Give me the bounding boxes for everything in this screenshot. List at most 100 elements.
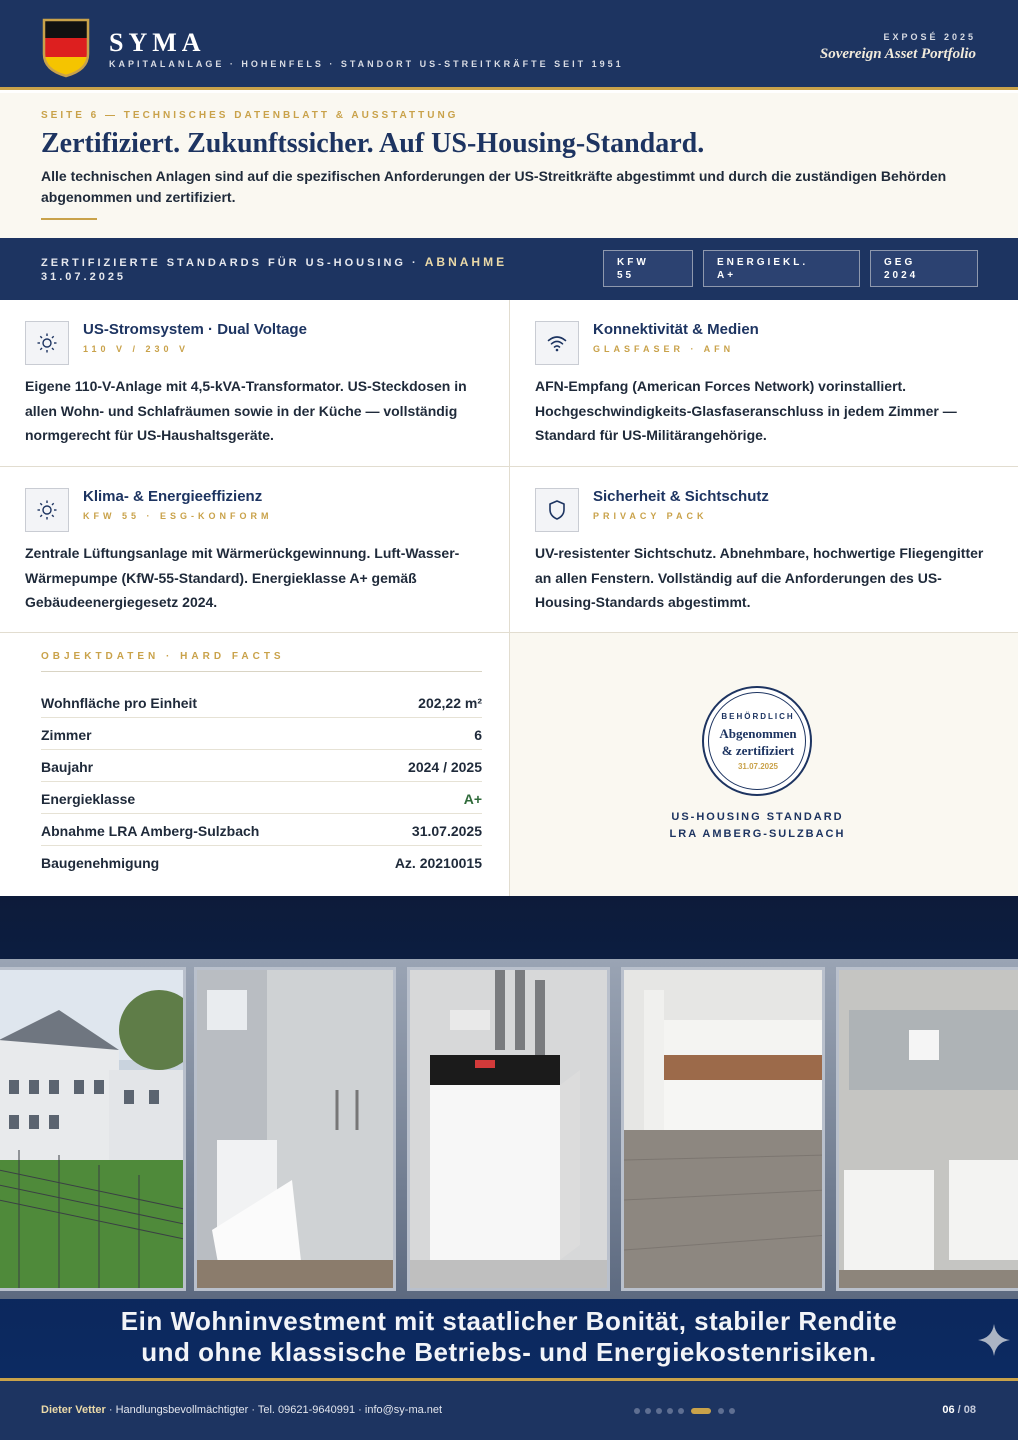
page-current: 06	[942, 1404, 955, 1416]
page-separator: /	[954, 1404, 964, 1416]
fact-label: Zimmer	[41, 727, 92, 743]
seal-caption-line-1: US-HOUSING STANDARD	[671, 811, 844, 823]
standards-band: ZERTIFIZIERTE STANDARDS FÜR US-HOUSING ·…	[0, 238, 1018, 300]
fact-row: Zimmer 6	[41, 718, 482, 750]
german-flag-shield-logo	[42, 18, 90, 78]
fact-row: Wohnfläche pro Einheit 202,22 m²	[41, 686, 482, 718]
wifi-icon	[535, 321, 579, 365]
seal-line-1: Abgenommen	[719, 726, 797, 741]
photo-strip	[0, 959, 1018, 1299]
intro-section: SEITE 6 — TECHNISCHES DATENBLATT & AUSST…	[0, 93, 1018, 238]
feature-title: Konnektivität & Medien	[593, 321, 759, 338]
standards-accent: ABNAHME	[424, 255, 508, 269]
standards-date: 31.07.2025	[41, 271, 127, 283]
contact-name: Dieter Vetter	[41, 1404, 106, 1416]
badge-kfw: KFW 55	[603, 250, 693, 287]
expose-label: EXPOSÉ 2025	[883, 32, 976, 42]
intro-lead: Alle technischen Anlagen sind auf die sp…	[41, 168, 947, 205]
page-dot[interactable]	[678, 1408, 684, 1414]
feature-subtitle: GLASFASER · AFN	[593, 344, 735, 354]
seal-line-2: & zertifiziert	[721, 743, 795, 758]
feature-body: Eigene 110-V-Anlage mit 4,5-kVA-Transfor…	[25, 378, 467, 443]
seal-caption-line-2: LRA AMBERG-SULZBACH	[669, 828, 846, 840]
facts-section: OBJEKTDATEN · HARD FACTS Wohnfläche pro …	[0, 633, 509, 896]
fact-value: A+	[463, 791, 482, 807]
seal-caption: US-HOUSING STANDARD LRA AMBERG-SULZBACH	[510, 809, 1005, 843]
page-title: Zertifiziert. Zukunftssicher. Auf US-Hou…	[41, 128, 705, 159]
banner-tagline: Ein Wohninvestment mit staatlicher Bonit…	[0, 1306, 1018, 1368]
seal-ring: BEHÖRDLICH Abgenommen & zertifiziert 31.…	[708, 692, 806, 790]
shield-icon	[535, 488, 579, 532]
fact-label: Baujahr	[41, 759, 94, 775]
facts-divider	[41, 671, 482, 672]
fact-value: 2024 / 2025	[408, 759, 482, 775]
feature-connectivity: Konnektivität & Medien GLASFASER · AFN A…	[509, 300, 1018, 467]
page-dot[interactable]	[729, 1408, 735, 1414]
page-dot[interactable]	[645, 1408, 651, 1414]
feature-subtitle: KFW 55 · ESG-KONFORM	[83, 511, 273, 521]
fact-value: Az. 20210015	[394, 855, 482, 871]
seal-date: 31.07.2025	[737, 762, 779, 771]
feature-title: Klima- & Energieeffizienz	[83, 488, 263, 505]
standards-text: ZERTIFIZIERTE STANDARDS FÜR US-HOUSING ·…	[41, 255, 541, 284]
brand-name: SYMA	[109, 28, 206, 57]
page-header: SYMA KAPITALANLAGE · HOHENFELS · STANDOR…	[0, 0, 1018, 90]
feature-climate: Klima- & Energieeffizienz KFW 55 · ESG-K…	[0, 466, 509, 633]
feature-body: UV-resistenter Sichtschutz. Abnehmbare, …	[535, 545, 984, 610]
page-footer: Dieter Vetter · Handlungsbevollmächtigte…	[0, 1378, 1018, 1440]
fact-value: 202,22 m²	[418, 695, 482, 711]
fact-value: 31.07.2025	[411, 823, 482, 839]
shower-photo	[194, 967, 396, 1291]
badge-energy-label: ENERGIEKL.	[717, 257, 809, 268]
feature-subtitle: PRIVACY PACK	[593, 511, 708, 521]
brand-subtitle: KAPITALANLAGE · HOHENFELS · STANDORT US-…	[109, 59, 624, 69]
feature-power: US-Stromsystem · Dual Voltage 110 V / 23…	[0, 300, 509, 467]
page-number: 06 / 08	[942, 1404, 976, 1416]
badge-energy-value: A+	[717, 270, 737, 281]
fact-label: Baugenehmigung	[41, 855, 160, 871]
feature-title: Sicherheit & Sichtschutz	[593, 488, 769, 505]
feature-body: Zentrale Lüftungsanlage mit Wärmerückgew…	[25, 545, 460, 610]
facts-kicker: OBJEKTDATEN · HARD FACTS	[41, 651, 285, 662]
badge-energy-class: ENERGIEKL. A+	[703, 250, 860, 287]
portfolio-label: Sovereign Asset Portfolio	[819, 46, 976, 62]
kitchen-photo	[621, 967, 825, 1291]
banner-tagline-line-2: und ohne klassische Betriebs- und Energi…	[141, 1337, 877, 1367]
gold-divider	[41, 218, 97, 220]
fact-row: Energieklasse A+	[41, 782, 482, 814]
badge-geg: GEG 2024	[870, 250, 978, 287]
fact-row: Baujahr 2024 / 2025	[41, 750, 482, 782]
page-dot-active[interactable]	[691, 1408, 711, 1414]
page-total: 08	[963, 1404, 976, 1416]
page-dot[interactable]	[718, 1408, 724, 1414]
badge-geg-value: 2024	[884, 270, 919, 281]
page-dot[interactable]	[656, 1408, 662, 1414]
standards-label: ZERTIFIZIERTE STANDARDS FÜR US-HOUSING ·	[41, 257, 419, 269]
feature-subtitle: 110 V / 230 V	[83, 344, 190, 354]
page-dot[interactable]	[634, 1408, 640, 1414]
exterior-photo	[0, 967, 186, 1291]
contact-details: · Handlungsbevollmächtigter · Tel. 09621…	[105, 1404, 443, 1416]
feature-security: Sicherheit & Sichtschutz PRIVACY PACK UV…	[509, 466, 1018, 633]
seal-main-text: Abgenommen & zertifiziert	[709, 725, 807, 759]
feature-title: US-Stromsystem · Dual Voltage	[83, 321, 307, 338]
photo-banner: Ein Wohninvestment mit staatlicher Bonit…	[0, 896, 1018, 1378]
fact-label: Wohnfläche pro Einheit	[41, 695, 198, 711]
contact-line: Dieter Vetter · Handlungsbevollmächtigte…	[41, 1404, 442, 1416]
heat-pump-photo	[407, 967, 610, 1291]
fact-label: Abnahme LRA Amberg-Sulzbach	[41, 823, 260, 839]
certification-seal: BEHÖRDLICH Abgenommen & zertifiziert 31.…	[702, 686, 812, 796]
sparkle-icon	[978, 1324, 1010, 1356]
banner-tagline-line-1: Ein Wohninvestment mit staatlicher Bonit…	[120, 1306, 898, 1336]
certification-seal-area: BEHÖRDLICH Abgenommen & zertifiziert 31.…	[509, 633, 1018, 896]
sun-icon	[25, 321, 69, 365]
badge-kfw-value: 55	[617, 270, 635, 281]
badge-kfw-label: KFW	[617, 257, 649, 268]
page-dot[interactable]	[667, 1408, 673, 1414]
fact-value: 6	[474, 727, 482, 743]
fact-row: Baugenehmigung Az. 20210015	[41, 846, 482, 878]
page-kicker: SEITE 6 — TECHNISCHES DATENBLATT & AUSST…	[41, 110, 459, 121]
fact-label: Energieklasse	[41, 791, 136, 807]
seal-top-text: BEHÖRDLICH	[721, 712, 795, 721]
bathroom-photo	[836, 967, 1018, 1291]
